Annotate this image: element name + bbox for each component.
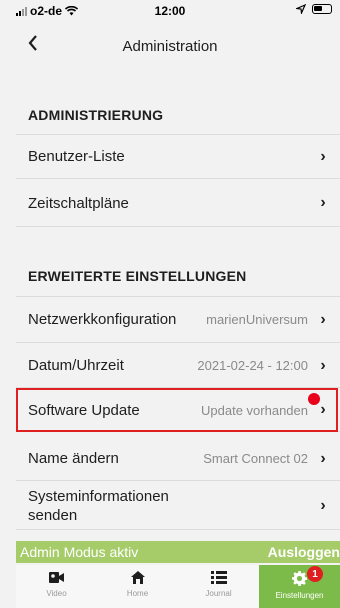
row-label: Netzwerkkonfiguration (28, 311, 177, 328)
tab-video[interactable]: Video (16, 565, 97, 608)
row-datum-uhrzeit[interactable]: Datum/Uhrzeit 2021-02-24 - 12:00 › (16, 344, 340, 388)
row-systeminformationen-senden[interactable]: Systeminformationen senden › (16, 482, 340, 530)
home-icon (130, 571, 145, 584)
chevron-right-icon: › (320, 147, 326, 165)
update-notification-dot (308, 393, 320, 405)
logout-button[interactable]: Ausloggen (268, 544, 340, 560)
chevron-right-icon: › (320, 401, 326, 418)
chevron-right-icon: › (320, 194, 326, 211)
chevron-right-icon: › (320, 496, 326, 514)
tab-bar: Video Home Journal 1 Einstellungen (16, 565, 340, 608)
row-zeitschaltplaene[interactable]: Zeitschaltpläne › (16, 180, 340, 227)
tab-label: Journal (205, 589, 232, 598)
status-right (296, 4, 332, 14)
video-camera-icon (48, 572, 64, 583)
list-icon (210, 571, 227, 584)
row-label: Name ändern (28, 450, 119, 467)
row-benutzer-liste[interactable]: Benutzer-Liste › (16, 135, 340, 179)
row-label: Systeminformationen senden (28, 487, 169, 524)
clock: 12:00 (154, 4, 186, 18)
tab-home[interactable]: Home (97, 565, 178, 608)
status-bar: o2-de 12:00 (0, 0, 340, 22)
row-label: Datum/Uhrzeit (28, 357, 124, 374)
row-value: marienUniversum (206, 312, 308, 327)
tab-label: Video (46, 589, 67, 598)
admin-mode-text: Admin Modus aktiv (20, 544, 139, 560)
chevron-right-icon: › (320, 449, 326, 467)
row-name-aendern[interactable]: Name ändern Smart Connect 02 › (16, 437, 340, 481)
chevron-right-icon: › (320, 310, 326, 328)
row-label: Software Update (28, 401, 140, 419)
nav-bar: Administration (0, 30, 340, 60)
tab-einstellungen[interactable]: 1 Einstellungen (259, 565, 340, 608)
tab-journal[interactable]: Journal (178, 565, 259, 608)
tab-label: Home (126, 589, 149, 598)
location-arrow-icon (296, 4, 306, 14)
row-software-update[interactable]: Software Update Update vorhanden › (16, 389, 340, 432)
row-value: 2021-02-24 - 12:00 (197, 358, 308, 373)
chevron-right-icon: › (320, 356, 326, 374)
row-value: Update vorhanden (201, 402, 308, 418)
notification-badge: 1 (307, 566, 323, 582)
row-label: Zeitschaltpläne (28, 194, 129, 212)
admin-mode-banner: Admin Modus aktiv Ausloggen (16, 541, 340, 563)
row-netzwerkkonfiguration[interactable]: Netzwerkkonfiguration marienUniversum › (16, 297, 340, 343)
page-title: Administration (122, 38, 218, 55)
section-header-erweiterte-einstellungen: ERWEITERTE EINSTELLUNGEN (28, 268, 247, 284)
section-header-administrierung: ADMINISTRIERUNG (28, 107, 164, 123)
gear-icon (292, 571, 307, 586)
battery-icon (312, 4, 332, 14)
row-label: Benutzer-Liste (28, 148, 125, 165)
row-value: Smart Connect 02 (203, 451, 308, 466)
tab-label: Einstellungen (275, 591, 324, 600)
